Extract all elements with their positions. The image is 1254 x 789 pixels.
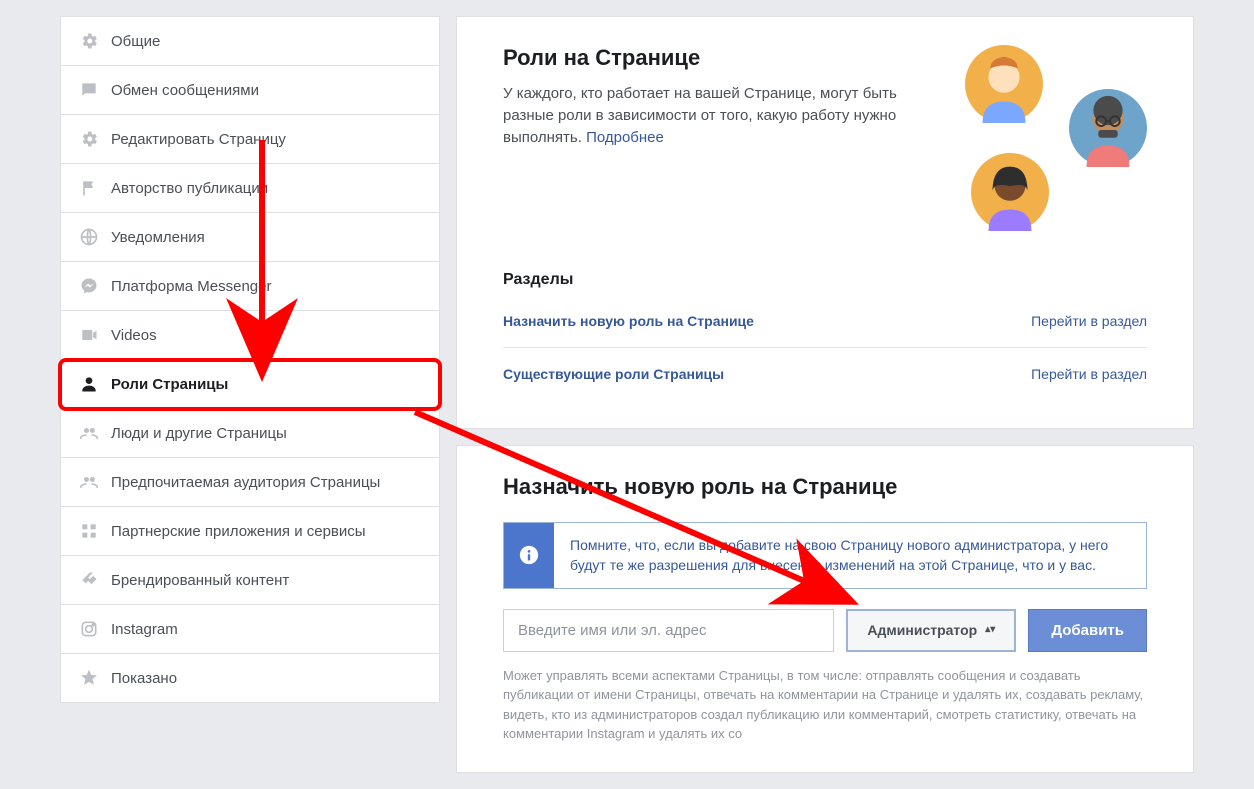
flag-icon	[79, 178, 99, 198]
video-icon	[79, 325, 99, 345]
role-select[interactable]: Администратор ▴▾	[846, 609, 1016, 652]
sidebar-item-branded-content[interactable]: Брендированный контент	[60, 556, 440, 605]
assign-title: Назначить новую роль на Странице	[503, 474, 1147, 500]
page-title: Роли на Странице	[503, 45, 937, 71]
sidebar-item-featured[interactable]: Показано	[60, 654, 440, 703]
sidebar-item-post-attribution[interactable]: Авторство публикации	[60, 164, 440, 213]
sidebar-item-label: Авторство публикации	[111, 180, 268, 197]
sidebar-item-label: Партнерские приложения и сервисы	[111, 523, 366, 540]
section-link-assign[interactable]: Назначить новую роль на Странице	[503, 313, 754, 329]
assign-row: Администратор ▴▾ Добавить	[503, 609, 1147, 652]
admin-warning-box: Помните, что, если вы добавите на свою С…	[503, 522, 1147, 589]
sidebar-item-label: Уведомления	[111, 229, 205, 246]
section-row-existing: Существующие роли Страницы Перейти в раз…	[503, 348, 1147, 400]
sidebar-item-partner-apps[interactable]: Партнерские приложения и сервисы	[60, 507, 440, 556]
assign-role-panel: Назначить новую роль на Странице Помните…	[456, 445, 1194, 773]
sidebar-item-preferred-audience[interactable]: Предпочитаемая аудитория Страницы	[60, 458, 440, 507]
role-selected-label: Администратор	[867, 622, 977, 638]
add-button[interactable]: Добавить	[1028, 609, 1147, 652]
sidebar-item-instagram[interactable]: Instagram	[60, 605, 440, 654]
sidebar-item-page-roles[interactable]: Роли Страницы	[60, 360, 440, 409]
person-icon	[79, 374, 99, 394]
sections-title: Разделы	[503, 271, 1147, 289]
apps-icon	[79, 521, 99, 541]
gear-icon	[79, 129, 99, 149]
info-icon	[504, 523, 554, 588]
globe-icon	[79, 227, 99, 247]
sidebar-item-label: Общие	[111, 33, 160, 50]
messenger-icon	[79, 276, 99, 296]
sidebar-item-label: Платформа Messenger	[111, 278, 271, 295]
admin-warning-text: Помните, что, если вы добавите на свою С…	[554, 523, 1146, 588]
star-icon	[79, 668, 99, 688]
goto-link[interactable]: Перейти в раздел	[1031, 366, 1147, 382]
sidebar-item-messaging[interactable]: Обмен сообщениями	[60, 66, 440, 115]
avatar-illustration	[957, 45, 1147, 245]
role-description: Может управлять всеми аспектами Страницы…	[503, 666, 1147, 744]
sidebar-item-videos[interactable]: Videos	[60, 311, 440, 360]
settings-sidebar: Общие Обмен сообщениями Редактировать Ст…	[60, 16, 440, 773]
sidebar-item-label: Роли Страницы	[111, 376, 228, 393]
instagram-icon	[79, 619, 99, 639]
sidebar-item-label: Люди и другие Страницы	[111, 425, 287, 442]
sidebar-item-label: Показано	[111, 670, 177, 687]
sidebar-item-label: Обмен сообщениями	[111, 82, 259, 99]
goto-link[interactable]: Перейти в раздел	[1031, 313, 1147, 329]
section-row-assign: Назначить новую роль на Странице Перейти…	[503, 295, 1147, 348]
assign-name-input[interactable]	[503, 609, 834, 652]
page-roles-panel: Роли на Странице У каждого, кто работает…	[456, 16, 1194, 429]
section-link-existing[interactable]: Существующие роли Страницы	[503, 366, 724, 382]
people-icon	[79, 423, 99, 443]
sidebar-item-edit-page[interactable]: Редактировать Страницу	[60, 115, 440, 164]
sidebar-item-people-pages[interactable]: Люди и другие Страницы	[60, 409, 440, 458]
people-icon	[79, 472, 99, 492]
sort-icon: ▴▾	[985, 625, 995, 635]
sidebar-item-label: Instagram	[111, 621, 178, 638]
sidebar-item-messenger-platform[interactable]: Платформа Messenger	[60, 262, 440, 311]
intro-text: У каждого, кто работает на вашей Страниц…	[503, 83, 937, 148]
sidebar-item-notifications[interactable]: Уведомления	[60, 213, 440, 262]
learn-more-link[interactable]: Подробнее	[586, 129, 664, 146]
sidebar-item-label: Редактировать Страницу	[111, 131, 286, 148]
gear-icon	[79, 31, 99, 51]
sidebar-item-general[interactable]: Общие	[60, 16, 440, 66]
main-content: Роли на Странице У каждого, кто работает…	[456, 16, 1194, 773]
chat-icon	[79, 80, 99, 100]
handshake-icon	[79, 570, 99, 590]
sidebar-item-label: Брендированный контент	[111, 572, 289, 589]
sidebar-item-label: Videos	[111, 327, 157, 344]
sidebar-item-label: Предпочитаемая аудитория Страницы	[111, 474, 380, 491]
